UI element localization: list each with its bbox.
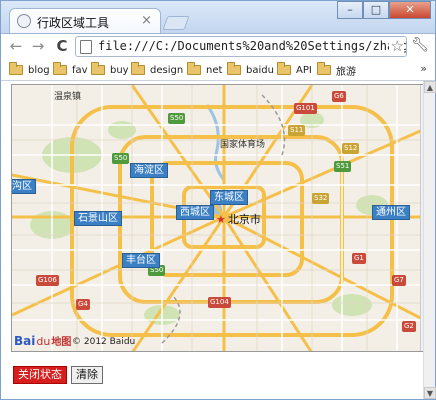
bookmarks-bar: blog fav buy design net baidu API 旅游 »: [1, 59, 435, 81]
wrench-menu-icon[interactable]: 🔧︎: [411, 37, 429, 53]
bookmark-fav[interactable]: fav: [53, 62, 88, 78]
district-label-dongcheng[interactable]: 东城区: [210, 190, 248, 205]
logo-map-text: 地图: [51, 337, 72, 348]
road-shield: S11: [288, 125, 306, 136]
tab-strip: 行政区域工具 × – □ ✕: [1, 1, 435, 34]
scroll-up-icon[interactable]: ▲: [424, 81, 436, 93]
new-tab-button[interactable]: [162, 16, 190, 30]
road-shield: G101: [294, 103, 317, 114]
map-copyright: © 2012 Baidu: [72, 337, 136, 347]
district-label-tongzhou[interactable]: 通州区: [372, 205, 410, 220]
browser-window: 行政区域工具 × – □ ✕ ← → C file:///C:/Document…: [0, 0, 436, 400]
road-shield: G1: [352, 253, 366, 264]
bookmark-design[interactable]: design: [131, 62, 183, 78]
close-status-button[interactable]: 关闭状态: [13, 366, 67, 384]
folder-icon: [9, 62, 23, 75]
baidu-map-logo[interactable]: Bai du 地图: [14, 333, 71, 348]
bookmark-star-icon[interactable]: ☆: [388, 37, 404, 55]
place-label: 国家体育场: [220, 140, 266, 150]
district-label-fengtai[interactable]: 丰台区: [122, 253, 160, 268]
road-shield: G7: [392, 275, 406, 286]
forward-arrow-icon[interactable]: →: [29, 37, 47, 55]
bookmark-blog[interactable]: blog: [9, 62, 50, 78]
logo-text: Bai: [14, 334, 36, 348]
road-shield: G104: [208, 297, 231, 308]
folder-icon: [91, 62, 105, 75]
bookmark-travel[interactable]: 旅游: [317, 62, 356, 78]
maximize-button[interactable]: □: [363, 1, 389, 19]
page-icon: [80, 40, 92, 54]
road-shield: G4: [76, 299, 90, 310]
folder-icon: [227, 62, 241, 75]
district-label-shijingshan[interactable]: 石景山区: [74, 211, 122, 226]
page-favicon-icon: [17, 14, 31, 28]
folder-icon: [187, 62, 201, 75]
folder-icon: [277, 62, 291, 75]
folder-icon: [131, 62, 145, 75]
folder-icon: [317, 62, 331, 75]
city-center-label: ★ 北京市: [216, 211, 261, 227]
bookmark-api[interactable]: API: [277, 62, 312, 78]
tab-close-icon[interactable]: ×: [141, 13, 152, 28]
road-shield: G106: [36, 275, 59, 286]
road-shield: S32: [312, 193, 330, 204]
bookmark-net[interactable]: net: [187, 62, 222, 78]
minimize-button[interactable]: –: [337, 1, 363, 19]
road-shield: S51: [334, 161, 352, 172]
browser-toolbar: ← → C file:///C:/Documents%20and%20Setti…: [1, 33, 435, 59]
district-label-xicheng[interactable]: 西城区: [176, 205, 214, 220]
star-icon: ★: [216, 213, 226, 226]
map-view[interactable]: 温泉镇 国家体育场 G101 S50 G6 S11 S12 S50 S51 S3…: [11, 84, 433, 352]
address-bar[interactable]: file:///C:/Documents%20and%20Settings/zh…: [75, 36, 407, 57]
window-controls: – □ ✕: [337, 1, 431, 19]
logo-paw: du: [36, 335, 51, 348]
district-label-mentougou[interactable]: 沟区: [12, 179, 36, 194]
road-shield: G2: [402, 321, 416, 332]
browser-tab[interactable]: 行政区域工具 ×: [9, 8, 161, 34]
bookmarks-more-icon[interactable]: »: [420, 62, 427, 75]
tab-title: 行政区域工具: [37, 16, 110, 30]
page-scrollbar[interactable]: ▲ ▼: [423, 81, 436, 399]
road-shield: G6: [332, 91, 346, 102]
scroll-down-icon[interactable]: ▼: [424, 387, 436, 399]
page-content: 温泉镇 国家体育场 G101 S50 G6 S11 S12 S50 S51 S3…: [1, 81, 433, 399]
url-text[interactable]: file:///C:/Documents%20and%20Settings/zh…: [98, 39, 406, 53]
city-name: 北京市: [227, 213, 261, 226]
reload-icon[interactable]: C: [53, 37, 71, 55]
bookmark-baidu[interactable]: baidu: [227, 62, 274, 78]
clear-button[interactable]: 清除: [71, 366, 103, 384]
place-label: 温泉镇: [54, 92, 82, 102]
road-shield: S50: [112, 153, 130, 164]
district-label-haidian[interactable]: 海淀区: [130, 163, 168, 178]
bookmark-buy[interactable]: buy: [91, 62, 129, 78]
close-window-button[interactable]: ✕: [389, 1, 431, 19]
back-arrow-icon[interactable]: ←: [7, 37, 25, 55]
road-shield: S12: [342, 143, 360, 154]
road-shield: S50: [168, 113, 186, 124]
folder-icon: [53, 62, 67, 75]
